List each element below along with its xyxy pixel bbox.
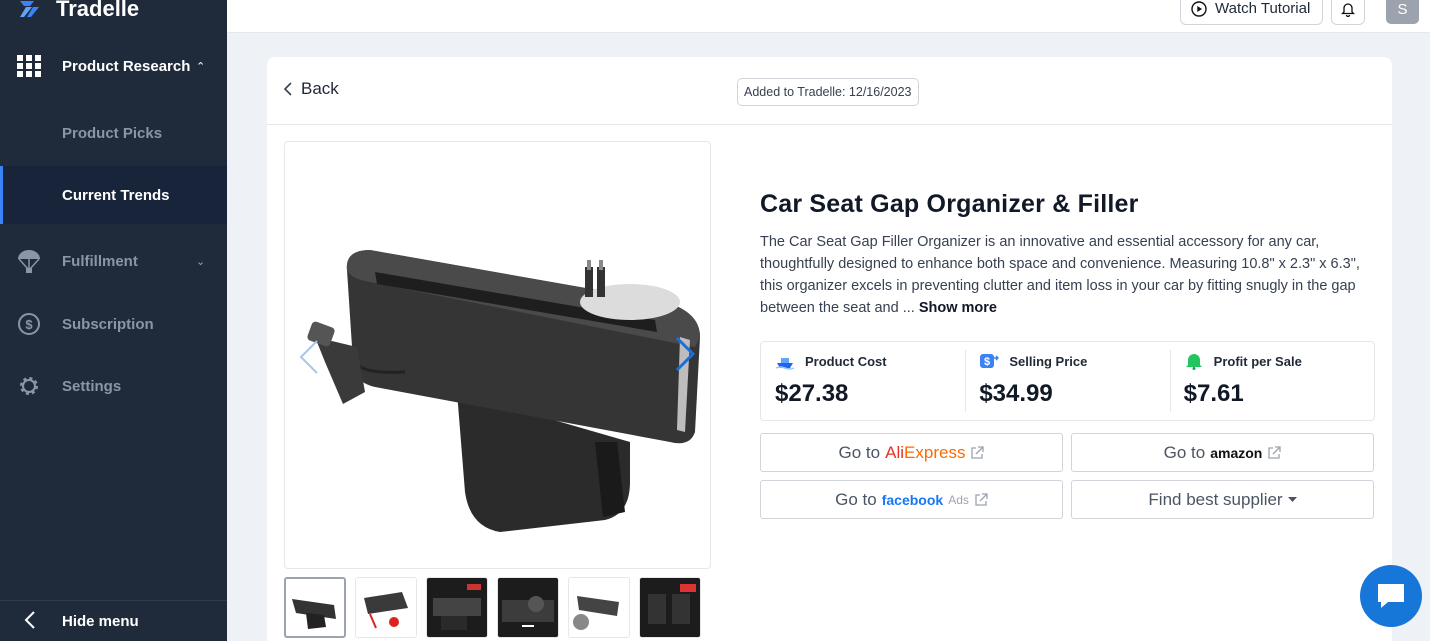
carousel-next-icon[interactable]: [673, 334, 697, 374]
chat-support-button[interactable]: [1360, 565, 1422, 627]
svg-text:$: $: [25, 317, 33, 332]
thumbnail[interactable]: [639, 577, 701, 638]
sidebar-item-subscription[interactable]: $ Subscription: [0, 295, 227, 353]
metric-product-cost: Product Cost $27.38: [761, 342, 965, 420]
metric-selling-price: $ Selling Price $34.99: [965, 342, 1169, 420]
product-image-organizer: [307, 250, 700, 532]
parachute-icon: [17, 249, 41, 273]
metric-label: Profit per Sale: [1213, 353, 1302, 369]
metric-label: Selling Price: [1009, 353, 1088, 369]
watch-tutorial-button[interactable]: Watch Tutorial: [1180, 0, 1323, 25]
thumbnail-strip: [284, 577, 701, 638]
hide-menu-button[interactable]: Hide menu: [0, 600, 227, 641]
facebook-ads-label: Ads: [948, 492, 969, 507]
go-to-label: Go to: [835, 489, 877, 509]
external-link-icon: [975, 492, 988, 506]
sidebar-item-product-research[interactable]: Product Research ⌃: [0, 37, 227, 95]
ship-icon: [775, 358, 795, 370]
chat-icon: [1378, 584, 1404, 608]
carousel-prev-icon[interactable]: [297, 337, 321, 377]
metric-value: $34.99: [979, 380, 1053, 407]
hide-menu-label: Hide menu: [62, 612, 139, 630]
back-button[interactable]: Back: [283, 79, 339, 99]
caret-down-icon: [1287, 496, 1297, 502]
grid-icon: [17, 54, 41, 78]
sidebar-item-product-picks[interactable]: Product Picks: [0, 104, 227, 162]
back-label: Back: [301, 79, 339, 98]
bell-money-icon: [1185, 354, 1202, 370]
product-title: Car Seat Gap Organizer & Filler: [760, 190, 1139, 218]
topbar: Watch Tutorial S: [227, 0, 1430, 33]
notifications-button[interactable]: [1331, 0, 1365, 25]
sidebar-item-label: Subscription: [62, 315, 154, 333]
play-icon: [1191, 0, 1207, 17]
metric-value: $7.61: [1183, 380, 1244, 407]
go-to-label: Go to: [838, 442, 881, 462]
product-main-image: [284, 141, 711, 569]
avatar[interactable]: S: [1386, 0, 1419, 24]
thumbnail[interactable]: [355, 577, 417, 638]
sidebar: Tradelle Product Research ⌃ Product Pick…: [0, 0, 227, 641]
find-best-supplier-dropdown[interactable]: Find best supplier: [1071, 480, 1374, 519]
svg-text:$: $: [984, 356, 990, 368]
thumbnail[interactable]: [497, 577, 559, 638]
go-to-facebook-ads-button[interactable]: Go to facebook Ads: [760, 480, 1063, 519]
metric-label: Product Cost: [805, 353, 887, 369]
sidebar-item-settings[interactable]: Settings: [0, 357, 227, 415]
brand[interactable]: Tradelle: [18, 0, 139, 24]
price-tag-icon: $: [980, 354, 1000, 368]
show-more-link[interactable]: Show more: [919, 300, 997, 316]
sidebar-item-fulfillment[interactable]: Fulfillment ⌄: [0, 232, 227, 290]
product-description-text: The Car Seat Gap Filler Organizer is an …: [760, 234, 1360, 316]
sidebar-item-label: Current Trends: [62, 186, 170, 204]
external-link-icon: [971, 445, 985, 459]
sidebar-item-label: Product Research: [62, 57, 191, 75]
external-link-icon: [1268, 445, 1282, 459]
go-to-aliexpress-button[interactable]: Go to AliExpress: [760, 433, 1063, 472]
chevron-up-icon: ⌃: [196, 60, 206, 73]
gear-icon: [17, 374, 41, 398]
sidebar-item-label: Product Picks: [62, 124, 163, 142]
find-supplier-label: Find best supplier: [1148, 489, 1283, 509]
go-to-amazon-button[interactable]: Go to amazon: [1071, 433, 1374, 472]
tradelle-logo-icon: [20, 1, 39, 17]
dollar-icon: $: [17, 312, 41, 336]
product-detail-card: Back Added to Tradelle: 12/16/2023 Car S…: [267, 57, 1392, 641]
metric-profit-per-sale: Profit per Sale $7.61: [1169, 342, 1374, 420]
product-description: The Car Seat Gap Filler Organizer is an …: [760, 231, 1372, 319]
card-header: Back Added to Tradelle: 12/16/2023: [267, 57, 1392, 125]
thumbnail[interactable]: [568, 577, 630, 638]
aliexpress-logo: AliExpress: [885, 442, 966, 462]
facebook-logo: facebook: [881, 491, 944, 508]
sidebar-item-current-trends[interactable]: Current Trends: [0, 166, 227, 224]
bell-icon: [1341, 2, 1355, 17]
thumbnail[interactable]: [426, 577, 488, 638]
thumbnail[interactable]: [284, 577, 346, 638]
chevron-left-icon: [283, 82, 292, 96]
amazon-logo: amazon: [1210, 444, 1263, 461]
chevron-left-icon: [24, 611, 35, 629]
added-date-badge: Added to Tradelle: 12/16/2023: [737, 78, 919, 106]
brand-name: Tradelle: [56, 0, 140, 21]
go-to-label: Go to: [1163, 442, 1206, 462]
chevron-down-icon: ⌄: [196, 255, 206, 268]
sidebar-item-label: Fulfillment: [62, 252, 138, 270]
metric-value: $27.38: [775, 380, 849, 407]
watch-tutorial-label: Watch Tutorial: [1215, 0, 1311, 17]
price-metrics: Product Cost $27.38 $ Selling Price $34.…: [760, 341, 1375, 421]
sidebar-item-label: Settings: [62, 377, 122, 395]
